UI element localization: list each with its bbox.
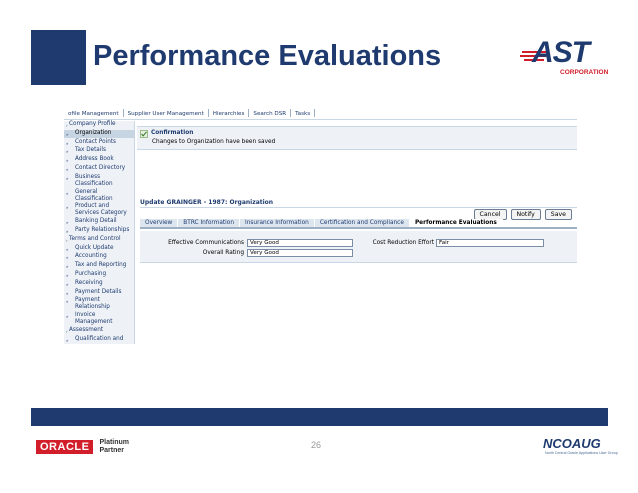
overall-rating-field[interactable]: Very Good [247, 249, 353, 257]
bullet-icon: » [66, 272, 69, 278]
nav-item-banking-detail[interactable]: » Banking Detail [64, 218, 134, 226]
app-screenshot: ofile Management Supplier User Management… [64, 109, 577, 344]
nav-item-contact-points[interactable]: » Contact Points [64, 139, 134, 147]
top-navigation: ofile Management Supplier User Management… [64, 109, 577, 120]
nav-item-payment-details[interactable]: » Payment Details [64, 289, 134, 297]
overall-rating-label: Overall Rating [202, 250, 244, 256]
bullet-icon: » [66, 158, 69, 164]
nav-item-accounting[interactable]: » Accounting [64, 253, 134, 261]
tab-btrc-information[interactable]: BTRC Information [178, 219, 240, 227]
bullet-icon: » [66, 299, 69, 305]
bullet-icon: » [66, 246, 69, 252]
tab-overview[interactable]: Overview [140, 219, 179, 227]
confirmation-message-box: Confirmation Changes to Organization hav… [137, 126, 577, 150]
bullet-icon: » [66, 149, 69, 155]
cost-reduction-effort-label: Cost Reduction Effort [372, 240, 434, 246]
bullet-icon: » [66, 290, 69, 296]
topnav-hierarchies[interactable]: Hierarchies [209, 109, 250, 117]
ast-logo-letters: AST [532, 36, 590, 69]
nav-item-invoice-management[interactable]: » Invoice Management [64, 312, 134, 326]
ncoaug-logo: NCOAUG North Central Oracle Applications… [541, 436, 618, 462]
bullet-icon: » [66, 205, 69, 211]
partner-line-2: Partner [99, 447, 124, 454]
nav-item-tax-and-reporting[interactable]: » Tax and Reporting [64, 262, 134, 270]
nav-item-quick-update[interactable]: » Quick Update [64, 245, 134, 253]
tab-performance-evaluations[interactable]: Performance Evaluations [409, 219, 503, 227]
nav-item-purchasing[interactable]: » Purchasing [64, 271, 134, 279]
tab-bar: Overview BTRC Information Insurance Info… [140, 219, 577, 229]
bullet-icon: » [66, 166, 69, 172]
nav-item-general-classification[interactable]: » General Classification [64, 189, 134, 203]
ast-corporation-logo: AST CORPORATION [518, 36, 609, 82]
bullet-icon: » [66, 314, 69, 320]
footer-bar [31, 408, 608, 426]
confirmation-title: Confirmation [151, 130, 194, 136]
nav-item-address-book[interactable]: » Address Book [64, 156, 134, 164]
effective-communications-label: Effective Communications [168, 240, 244, 246]
nav-section-company-profile[interactable]: › Company Profile [64, 121, 134, 129]
oracle-partner-text: Platinum Partner [99, 439, 129, 455]
bullet-icon: » [66, 281, 69, 287]
bullet-icon: » [66, 220, 69, 226]
bullet-icon: » [66, 337, 69, 343]
nav-section-terms-and-control[interactable]: › Terms and Control [64, 236, 134, 244]
ast-logo-tagline: CORPORATION [560, 69, 609, 76]
tab-certification-and-compliance[interactable]: Certification and Compliance [314, 219, 410, 227]
bullet-icon: » [66, 175, 69, 181]
performance-evaluation-form: Effective Communications Very Good Overa… [140, 231, 577, 263]
ncoaug-logo-subtext: North Central Oracle Applications User G… [545, 451, 618, 455]
bullet-icon: » [66, 264, 69, 270]
nav-item-organization[interactable]: » Organization [64, 129, 134, 138]
slide-title: Performance Evaluations [93, 40, 442, 72]
ncoaug-logo-text: NCOAUG [543, 436, 601, 451]
topnav-tasks[interactable]: Tasks [291, 109, 316, 117]
nav-item-party-relationships[interactable]: » Party Relationships [64, 227, 134, 235]
bullet-icon: » [66, 140, 69, 146]
cost-reduction-effort-field[interactable]: Fair [436, 239, 544, 247]
bullet-icon: » [66, 131, 69, 137]
tab-insurance-information[interactable]: Insurance Information [240, 219, 315, 227]
bullet-icon: » [66, 190, 69, 196]
confirmation-text: Changes to Organization have been saved [152, 139, 276, 145]
partner-line-1: Platinum [99, 439, 130, 446]
nav-item-contact-directory[interactable]: » Contact Directory [64, 165, 134, 173]
nav-item-tax-details[interactable]: » Tax Details [64, 147, 134, 155]
effective-communications-field[interactable]: Very Good [247, 239, 353, 247]
topnav-supplier-user-management[interactable]: Supplier User Management [124, 109, 209, 117]
page-header: Update GRAINGER - 1987: Organization [140, 199, 577, 208]
nav-item-payment-relationship[interactable]: » Payment Relationship [64, 297, 134, 311]
checkmark-icon [140, 130, 148, 138]
nav-item-business-classification[interactable]: » Business Classification [64, 174, 134, 188]
left-navigation: › Company Profile » Organization » Contact … [64, 121, 135, 344]
nav-item-product-and-services-category[interactable]: » Product and Services Category [64, 203, 134, 217]
oracle-logo-text: ORACLE [36, 440, 94, 454]
bullet-icon: » [66, 255, 69, 261]
nav-item-qualification[interactable]: » Qualification and [64, 336, 134, 344]
nav-section-assessment[interactable]: › Assessment [64, 327, 134, 335]
bullet-icon: » [66, 228, 69, 234]
title-accent-square [31, 30, 86, 85]
nav-item-receiving[interactable]: » Receiving [64, 280, 134, 288]
page-number: 26 [311, 440, 322, 450]
topnav-search-dsr[interactable]: Search DSR [249, 109, 292, 117]
oracle-partner-logo: ORACLE Platinum Partner [36, 439, 129, 455]
topnav-profile-management[interactable]: ofile Management [64, 109, 124, 117]
